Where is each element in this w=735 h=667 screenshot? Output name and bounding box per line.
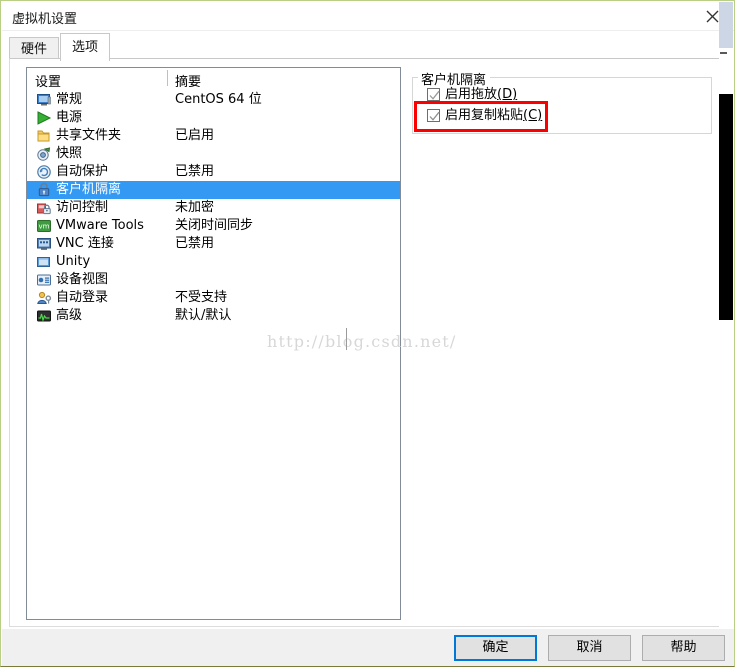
scrollbar-thumb[interactable] xyxy=(719,2,733,48)
autoprotect-icon xyxy=(36,164,52,180)
list-item-label: 自动登录 xyxy=(56,290,109,305)
dialog-footer: 确定 取消 帮助 xyxy=(2,628,734,666)
list-item-label: 共享文件夹 xyxy=(56,128,122,143)
list-item-vnc-connection[interactable]: VNC 连接 已禁用 xyxy=(27,235,400,253)
tab-hardware[interactable]: 硬件 xyxy=(9,37,60,59)
unity-icon xyxy=(36,254,52,270)
options-tab-panel: 设置 摘要 常规 CentOS 64 位 电源 共享文件夹 已启用 快照 自动保… xyxy=(9,58,727,627)
lock-icon xyxy=(36,182,52,198)
folder-icon xyxy=(36,128,52,144)
title-bar: 虚拟机设置 xyxy=(2,2,734,31)
list-item-label: 设备视图 xyxy=(56,272,109,287)
guest-isolation-pane: 客户机隔离 启用拖放(D) 启用复制粘贴(C) xyxy=(412,67,712,620)
list-item-summary: 已禁用 xyxy=(175,164,215,179)
list-item-summary: 已禁用 xyxy=(175,236,215,251)
settings-list-header: 设置 摘要 xyxy=(27,68,400,90)
list-item-general[interactable]: 常规 CentOS 64 位 xyxy=(27,91,400,109)
access-lock-icon xyxy=(36,200,52,216)
scrollbar-track-dark xyxy=(719,94,733,320)
monitor-icon xyxy=(36,92,52,108)
power-icon xyxy=(36,110,52,126)
checkbox-label: 启用拖放(D) xyxy=(445,86,517,103)
column-divider xyxy=(167,70,168,86)
window-title: 虚拟机设置 xyxy=(12,12,78,27)
column-header-name: 设置 xyxy=(35,75,62,90)
list-item-auto-protect[interactable]: 自动保护 已禁用 xyxy=(27,163,400,181)
autologon-icon xyxy=(36,290,52,306)
list-item-device-view[interactable]: 设备视图 xyxy=(27,271,400,289)
list-item-summary: 默认/默认 xyxy=(175,308,232,323)
list-item-unity[interactable]: Unity xyxy=(27,253,400,271)
list-item-guest-isolation[interactable]: 客户机隔离 xyxy=(27,181,400,199)
list-item-label: 高级 xyxy=(56,308,83,323)
advanced-icon xyxy=(36,308,52,324)
list-item-label: Unity xyxy=(56,254,91,269)
ok-button[interactable]: 确定 xyxy=(454,635,537,661)
text-caret xyxy=(346,328,347,350)
checkbox-accelerator: (C) xyxy=(523,108,543,123)
list-item-label: 访问控制 xyxy=(56,200,109,215)
settings-list-rows: 常规 CentOS 64 位 电源 共享文件夹 已启用 快照 自动保护 已禁用 … xyxy=(27,91,400,325)
list-item-label: 快照 xyxy=(56,146,83,161)
vmware-tools-icon: vm xyxy=(36,218,52,234)
list-item-label: 常规 xyxy=(56,92,83,107)
scrollbar-tick xyxy=(720,52,727,54)
list-item-shared-folders[interactable]: 共享文件夹 已启用 xyxy=(27,127,400,145)
list-item-access-control[interactable]: 访问控制 未加密 xyxy=(27,199,400,217)
tab-strip: 硬件 选项 xyxy=(9,33,727,61)
list-item-summary: 不受支持 xyxy=(175,290,228,305)
deviceview-icon xyxy=(36,272,52,288)
list-item-summary: 已启用 xyxy=(175,128,215,143)
list-item-label: VNC 连接 xyxy=(56,236,114,251)
help-button[interactable]: 帮助 xyxy=(642,635,725,661)
list-item-power[interactable]: 电源 xyxy=(27,109,400,127)
checkbox-checked-icon xyxy=(427,88,440,101)
window-scrollbar[interactable] xyxy=(719,2,733,666)
list-item-label: VMware Tools xyxy=(56,218,144,233)
list-item-summary: 关闭时间同步 xyxy=(175,218,254,233)
checkbox-label: 启用复制粘贴(C) xyxy=(445,107,542,124)
checkbox-accelerator: (D) xyxy=(497,87,518,102)
list-item-auto-logon[interactable]: 自动登录 不受支持 xyxy=(27,289,400,307)
checkbox-checked-icon xyxy=(427,109,440,122)
svg-text:vm: vm xyxy=(39,223,50,231)
cancel-button[interactable]: 取消 xyxy=(548,635,631,661)
list-item-label: 自动保护 xyxy=(56,164,109,179)
tab-options[interactable]: 选项 xyxy=(60,33,111,61)
checkbox-label-text: 启用拖放 xyxy=(445,87,498,102)
list-item-summary: 未加密 xyxy=(175,200,215,215)
list-item-snapshot[interactable]: 快照 xyxy=(27,145,400,163)
settings-list[interactable]: 设置 摘要 常规 CentOS 64 位 电源 共享文件夹 已启用 快照 自动保… xyxy=(26,67,401,620)
column-header-summary: 摘要 xyxy=(175,75,202,90)
checkbox-label-text: 启用复制粘贴 xyxy=(445,108,524,123)
camera-icon xyxy=(36,146,52,162)
vnc-icon xyxy=(36,236,52,252)
guest-isolation-groupbox: 客户机隔离 启用拖放(D) 启用复制粘贴(C) xyxy=(412,69,712,134)
list-item-advanced[interactable]: 高级 默认/默认 xyxy=(27,307,400,325)
list-item-label: 电源 xyxy=(56,110,83,125)
list-item-vmware-tools[interactable]: vm VMware Tools 关闭时间同步 xyxy=(27,217,400,235)
vm-settings-dialog: 虚拟机设置 硬件 选项 设置 摘要 常规 CentOS 64 位 电源 共享文件… xyxy=(0,0,735,667)
list-item-label: 客户机隔离 xyxy=(56,182,122,197)
list-item-summary: CentOS 64 位 xyxy=(175,92,262,107)
